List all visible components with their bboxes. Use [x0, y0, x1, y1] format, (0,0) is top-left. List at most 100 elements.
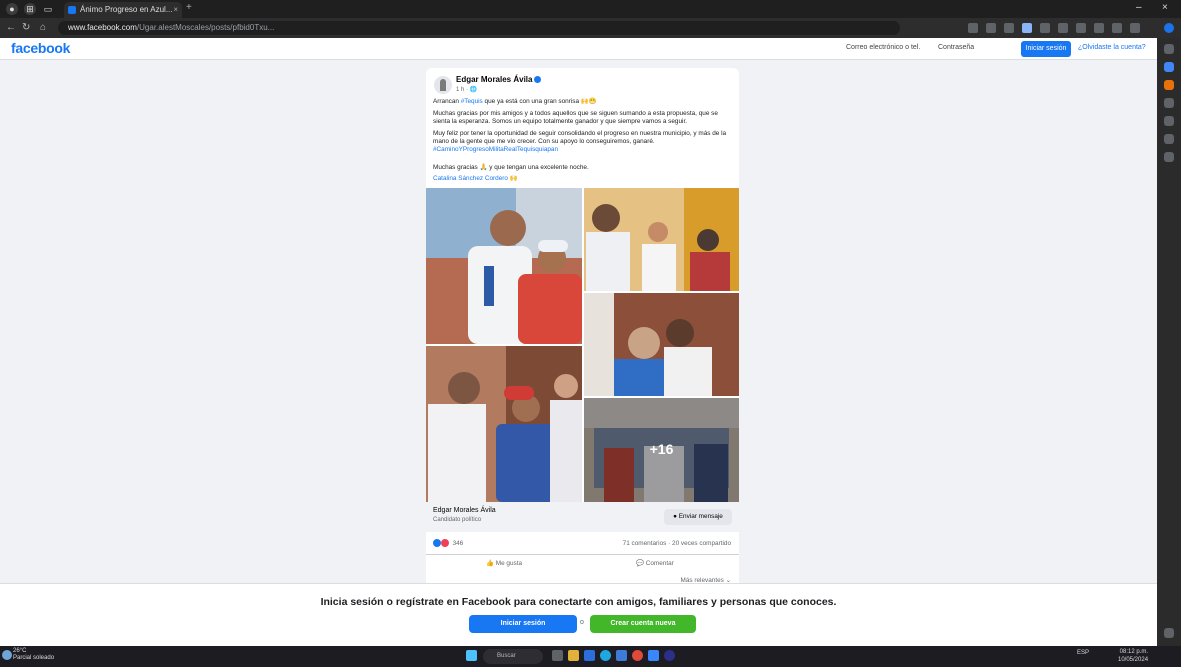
taskbar-clock[interactable]: 08:12 p.m. 10/05/2024 — [1118, 648, 1148, 664]
weather-icon[interactable] — [2, 650, 12, 660]
file-explorer-icon[interactable] — [568, 650, 579, 661]
post-author-name[interactable]: Edgar Morales Ávila — [456, 75, 532, 84]
extension-icon[interactable] — [1094, 23, 1104, 33]
like-reaction-icon — [433, 539, 441, 547]
login-prompt-text: Inicia sesión o regístrate en Facebook p… — [320, 596, 837, 608]
reactions-summary[interactable]: 346 — [433, 539, 463, 547]
extension-icon[interactable] — [1022, 23, 1032, 33]
post-actions: 👍 Me gusta 💬 Comentar — [426, 554, 739, 572]
photo-3-image — [584, 293, 739, 396]
copilot-icon[interactable] — [1164, 23, 1174, 33]
weather-widget[interactable]: 26°C Parcial soleado — [13, 648, 54, 662]
tab-facebook-post[interactable]: Ánimo Progreso en Azul... × — [64, 2, 182, 18]
like-label: Me gusta — [495, 560, 523, 567]
minimize-window-button[interactable]: – — [1136, 2, 1142, 13]
close-tab-icon[interactable]: × — [173, 2, 178, 18]
sidebar-app-icon[interactable] — [1164, 80, 1174, 90]
email-phone-field[interactable]: Correo electrónico o tel. — [846, 44, 920, 51]
photo-2[interactable] — [584, 188, 739, 291]
sidebar-app-icon[interactable] — [1164, 134, 1174, 144]
or-separator: o — [580, 619, 584, 626]
tagged-person-link[interactable]: Catalina Sánchez Cordero 🙌 — [433, 175, 733, 183]
thumbs-up-icon: 👍 — [486, 560, 494, 567]
weather-temp: 26°C — [13, 648, 27, 654]
facebook-logo[interactable]: facebook — [11, 40, 70, 56]
sidebar-settings-icon[interactable] — [1164, 628, 1174, 638]
comment-button[interactable]: 💬 Comentar — [636, 559, 674, 567]
photo-1-image — [426, 188, 582, 344]
taskbar-search[interactable]: Buscar — [483, 649, 543, 664]
search-icon[interactable] — [1164, 44, 1174, 54]
close-window-button[interactable]: × — [1162, 2, 1168, 13]
like-button[interactable]: 👍 Me gusta — [486, 559, 522, 567]
comment-label: Comentar — [645, 560, 674, 567]
author-avatar[interactable] — [434, 76, 452, 94]
sidebar-app-icon[interactable] — [1164, 116, 1174, 126]
photo-2-image — [584, 188, 739, 291]
comment-share-counts[interactable]: 71 comentarios · 20 veces compartido — [623, 540, 731, 547]
back-arrow-icon[interactable]: ← — [6, 22, 16, 33]
address-bar[interactable]: www.facebook.com/Ugar.alestMoscales/post… — [58, 21, 900, 35]
browser-profile-icon[interactable]: ● — [6, 3, 18, 15]
hashtag-link[interactable]: #Tequis — [461, 98, 483, 105]
photo-4-image — [426, 346, 582, 502]
settings-icon[interactable] — [1130, 23, 1140, 33]
browser-sidebar — [1157, 38, 1181, 646]
post-paragraph-3: Muy feliz por tener la oportunidad de se… — [433, 130, 733, 154]
photo-3[interactable] — [584, 293, 739, 396]
new-tab-button[interactable]: + — [186, 2, 192, 13]
mail-icon[interactable] — [616, 650, 627, 661]
browser-toolbar: ← ↻ ⌂ www.facebook.com/Ugar.alestMoscale… — [0, 18, 1181, 38]
task-view-icon[interactable] — [552, 650, 563, 661]
clock-date: 10/05/2024 — [1118, 657, 1149, 663]
app-icon[interactable] — [648, 650, 659, 661]
extension-icon[interactable] — [1004, 23, 1014, 33]
windows-start-icon[interactable] — [466, 650, 477, 661]
tab-title: Ánimo Progreso en Azul... — [80, 5, 173, 14]
page-card-name[interactable]: Edgar Morales Ávila — [433, 507, 496, 514]
favorites-icon[interactable] — [1112, 23, 1122, 33]
extension-icon[interactable] — [1076, 23, 1086, 33]
reaction-count: 346 — [452, 539, 464, 547]
system-tray[interactable]: ESP — [1077, 650, 1089, 656]
clock-time: 08:12 p.m. — [1119, 649, 1149, 655]
sidebar-app-icon[interactable] — [1164, 152, 1174, 162]
password-field[interactable]: Contraseña — [938, 44, 974, 51]
refresh-icon[interactable]: ↻ — [22, 22, 30, 33]
photo-4[interactable] — [426, 346, 582, 502]
page-card: Edgar Morales Ávila Candidato político ●… — [426, 502, 739, 532]
extension-icon[interactable] — [968, 23, 978, 33]
extension-icon[interactable] — [1040, 23, 1050, 33]
store-icon[interactable] — [584, 650, 595, 661]
send-message-button[interactable]: ● Enviar mensaje — [664, 509, 732, 525]
photo-5[interactable]: +16 — [584, 398, 739, 502]
create-account-button[interactable]: Crear cuenta nueva — [590, 615, 696, 633]
post-line-1: Arrancan #Tequis que ya está con una gra… — [433, 98, 733, 106]
extension-icon[interactable] — [1058, 23, 1068, 33]
header-login-button[interactable]: Iniciar sesión — [1021, 41, 1071, 57]
windows-taskbar: 26°C Parcial soleado Buscar ESP 08:12 p.… — [0, 646, 1181, 667]
banner-login-button[interactable]: Iniciar sesión — [469, 615, 577, 633]
facebook-page: facebook Correo electrónico o tel. Contr… — [0, 38, 1157, 646]
forgot-account-link[interactable]: ¿Olvidaste la cuenta? — [1078, 44, 1146, 51]
login-banner: Inicia sesión o regístrate en Facebook p… — [0, 583, 1157, 646]
taskbar-search-label: Buscar — [497, 653, 516, 659]
home-icon[interactable]: ⌂ — [40, 22, 46, 33]
sidebar-app-icon[interactable] — [1164, 98, 1174, 108]
app-icon[interactable] — [664, 650, 675, 661]
hashtag-link[interactable]: #CaminoYProgresoMilitaRealTequisquiapan — [433, 146, 558, 153]
extension-icon[interactable] — [986, 23, 996, 33]
send-message-label: Enviar mensaje — [678, 513, 723, 520]
page-card-category: Candidato político — [433, 517, 482, 523]
sidebar-app-icon[interactable] — [1164, 62, 1174, 72]
workspace-icon[interactable]: ▭ — [42, 3, 54, 15]
edge-icon[interactable] — [600, 650, 611, 661]
facebook-favicon-icon — [68, 6, 76, 14]
photo-1[interactable] — [426, 188, 582, 344]
chrome-icon[interactable] — [632, 650, 643, 661]
post-timestamp[interactable]: 1 h · 🌐 — [456, 86, 477, 93]
post-author[interactable]: Edgar Morales Ávila — [456, 75, 542, 84]
messenger-icon: ● — [673, 513, 678, 520]
tab-actions-icon[interactable]: ⊞ — [24, 3, 36, 15]
more-photos-overlay[interactable]: +16 — [584, 398, 739, 502]
